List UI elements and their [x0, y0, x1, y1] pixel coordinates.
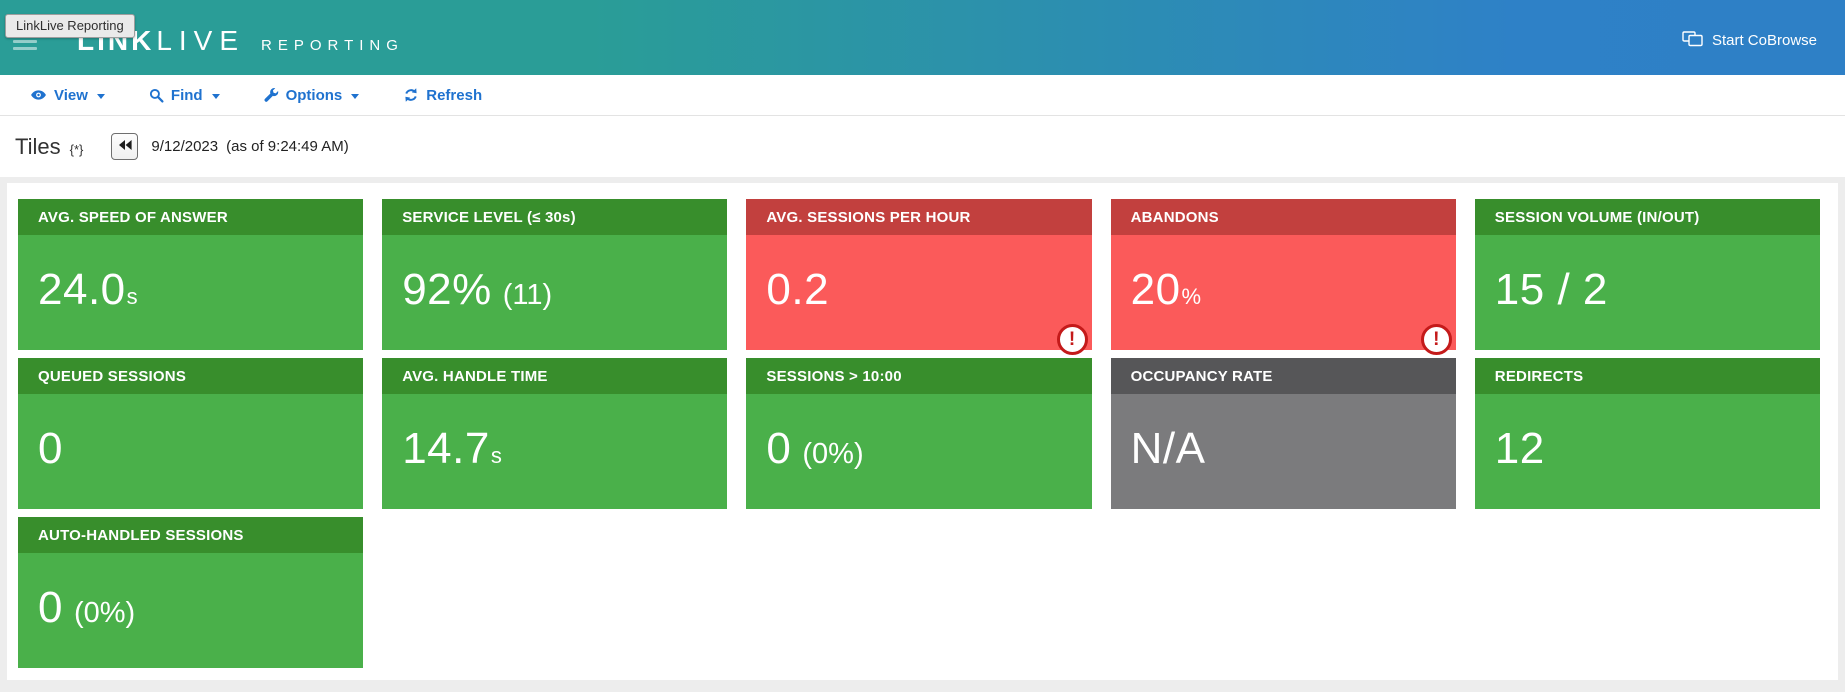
tile-body: 0 (0%) [746, 394, 1091, 474]
tile-body: 20 % [1111, 235, 1456, 315]
tile-header: REDIRECTS [1474, 358, 1820, 394]
tile-label: AVG. SPEED OF ANSWER [38, 208, 228, 226]
options-menu-button[interactable]: Options [264, 87, 360, 104]
tile-header: SESSION VOLUME (IN/OUT) [1474, 199, 1820, 235]
tile-header: AVG. SPEED OF ANSWER [18, 199, 364, 235]
tile-value-secondary: s [490, 443, 502, 468]
tile-header: ABANDONS [1110, 199, 1456, 235]
tile-value-secondary: (0%) [73, 597, 136, 629]
tile-label: SESSION VOLUME (IN/OUT) [1494, 208, 1700, 226]
cobrowse-screens-icon [1682, 30, 1703, 51]
view-label: View [54, 86, 88, 104]
metric-tile: REDIRECTS 12 [1474, 358, 1820, 509]
chevron-down-icon [211, 93, 220, 99]
tile-body: 12 [1475, 394, 1820, 474]
logo-live-text: LIVE [156, 24, 246, 56]
metric-tile: SESSIONS > 10:00 0 (0%) [746, 358, 1092, 509]
tile-value-secondary: % [1181, 284, 1202, 309]
app-header: LINK LIVE REPORTING Start CoBrowse LinkL… [0, 0, 1845, 75]
tile-label: SERVICE LEVEL (≤ 30s) [402, 208, 576, 226]
tile-body: N/A [1111, 394, 1456, 474]
tile-value: 14.7 [402, 424, 490, 473]
refresh-label: Refresh [426, 86, 483, 104]
tile-value: 0 [766, 424, 792, 473]
tile-header: AVG. SESSIONS PER HOUR [746, 199, 1092, 235]
find-label: Find [170, 86, 203, 104]
previous-date-button[interactable] [111, 133, 139, 160]
hamburger-bar [13, 40, 37, 43]
logo-reporting-text: REPORTING [261, 36, 404, 54]
tile-label: AVG. HANDLE TIME [402, 367, 548, 385]
title-badge: {*} [69, 142, 84, 157]
metric-tile: SERVICE LEVEL (≤ 30s) 92% (11) [382, 199, 728, 350]
page-title: Tiles [15, 133, 61, 159]
metric-tile: ABANDONS 20 % ! [1110, 199, 1456, 355]
metric-tile: AVG. SPEED OF ANSWER 24.0 s [18, 199, 364, 350]
eye-icon [30, 87, 47, 103]
tile-body: 92% (11) [382, 235, 727, 315]
refresh-button[interactable]: Refresh [403, 87, 482, 104]
refresh-icon [403, 87, 419, 103]
tile-header: QUEUED SESSIONS [18, 358, 364, 394]
tile-value: 20 [1130, 265, 1181, 314]
options-label: Options [285, 86, 343, 104]
title-bar: Tiles {*} 9/12/2023 (as of 9:24:49 AM) [0, 116, 1845, 177]
tile-header: AUTO-HANDLED SESSIONS [18, 517, 364, 553]
start-cobrowse-button[interactable]: Start CoBrowse [1682, 30, 1817, 51]
tile-header: SERVICE LEVEL (≤ 30s) [382, 199, 728, 235]
metric-tile: AUTO-HANDLED SESSIONS 0 (0%) [18, 517, 364, 668]
tile-label: REDIRECTS [1494, 367, 1584, 385]
chevron-down-icon [96, 93, 105, 99]
tile-value: 0 [38, 583, 63, 632]
search-icon [149, 88, 164, 103]
tile-value: 15 / 2 [1494, 265, 1608, 314]
tile-value-secondary: s [126, 284, 138, 309]
tile-value-secondary: (0%) [802, 438, 864, 470]
tile-body: 14.7 s [382, 394, 727, 474]
tile-value: 24.0 [38, 265, 126, 314]
tile-value: 0.2 [766, 265, 830, 314]
content-area: AVG. SPEED OF ANSWER 24.0 s SERVICE LEVE… [0, 177, 1845, 692]
tile-label: AVG. SESSIONS PER HOUR [766, 208, 971, 226]
metric-tile: AVG. SESSIONS PER HOUR 0.2 ! [746, 199, 1092, 355]
tile-header: AVG. HANDLE TIME [382, 358, 728, 394]
tile-header: OCCUPANCY RATE [1110, 358, 1456, 394]
view-menu-button[interactable]: View [30, 87, 105, 104]
rewind-icon [118, 138, 132, 156]
toolbar: View Find Options Refresh [0, 75, 1845, 116]
tile-label: SESSIONS > 10:00 [766, 367, 902, 385]
tile-label: QUEUED SESSIONS [38, 367, 187, 385]
metric-tile: OCCUPANCY RATE N/A [1110, 358, 1456, 509]
alert-exclamation-icon: ! [1420, 324, 1452, 355]
tile-body: 0.2 [746, 235, 1091, 315]
find-menu-button[interactable]: Find [149, 87, 220, 104]
tiles-card: AVG. SPEED OF ANSWER 24.0 s SERVICE LEVE… [7, 183, 1838, 680]
tile-value: 0 [38, 424, 63, 473]
tile-value: N/A [1130, 424, 1206, 473]
wrench-icon [264, 87, 279, 103]
tile-label: AUTO-HANDLED SESSIONS [38, 526, 244, 544]
tile-value: 92% [402, 265, 492, 314]
as-of-time: (as of 9:24:49 AM) [226, 138, 349, 155]
tiles-grid: AVG. SPEED OF ANSWER 24.0 s SERVICE LEVE… [18, 199, 1820, 668]
tooltip: LinkLive Reporting [5, 14, 135, 38]
metric-tile: QUEUED SESSIONS 0 [18, 358, 364, 509]
tile-body: 15 / 2 [1475, 235, 1820, 315]
tile-label: ABANDONS [1130, 208, 1219, 226]
tile-label: OCCUPANCY RATE [1130, 367, 1273, 385]
metric-tile: SESSION VOLUME (IN/OUT) 15 / 2 [1474, 199, 1820, 350]
chevron-down-icon [351, 93, 360, 99]
cobrowse-label: Start CoBrowse [1711, 32, 1817, 49]
tile-body: 0 [18, 394, 363, 474]
metric-tile: AVG. HANDLE TIME 14.7 s [382, 358, 728, 509]
alert-exclamation-icon: ! [1056, 324, 1088, 355]
tile-body: 0 (0%) [18, 553, 363, 633]
tile-value: 12 [1494, 424, 1545, 473]
tile-header: SESSIONS > 10:00 [746, 358, 1092, 394]
tile-body: 24.0 s [18, 235, 363, 315]
hamburger-bar [13, 47, 37, 50]
report-date: 9/12/2023 [151, 138, 219, 155]
tile-value-secondary: (11) [502, 279, 553, 311]
